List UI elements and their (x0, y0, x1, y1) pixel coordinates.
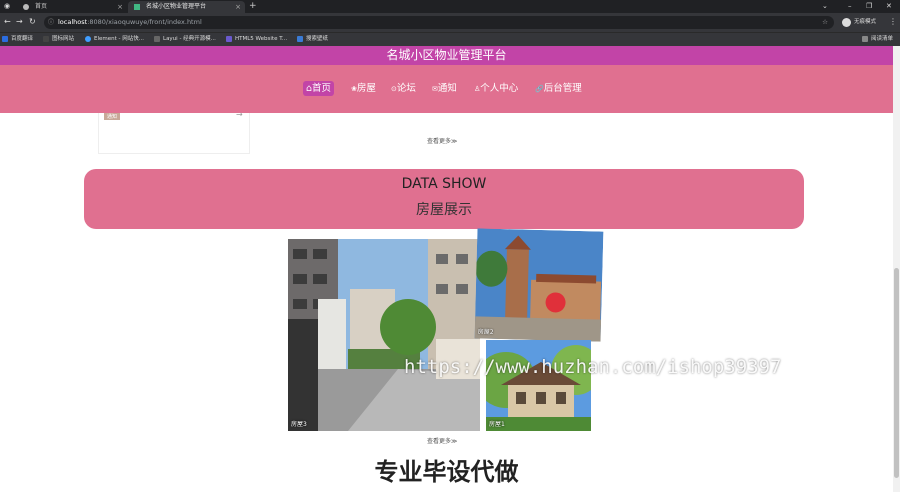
window-close-button[interactable]: ✕ (886, 0, 892, 12)
photo-label: 房屋1 (489, 421, 505, 428)
section-title-en: DATA SHOW (401, 176, 487, 192)
reload-icon[interactable]: ↻ (29, 17, 36, 26)
reading-list-button[interactable]: 阅读清单 (862, 35, 893, 44)
photo-label: 房屋3 (291, 421, 307, 428)
site-nav: ⌂首页 ❀房屋 ⊙论坛 ✉通知 ♙个人中心 🔗后台管理 (0, 65, 893, 113)
section-title-zh: 房屋展示 (416, 202, 472, 218)
avatar (842, 18, 851, 27)
forward-icon[interactable]: → (16, 17, 23, 26)
link-icon: 🔗 (535, 85, 544, 93)
gate-photo (474, 228, 604, 342)
nav-item-notice[interactable]: ✉通知 (429, 81, 460, 96)
bookmark-icon (297, 36, 303, 42)
site-title: 名城小区物业管理平台 (0, 46, 893, 65)
notice-card[interactable] (98, 113, 250, 154)
chevron-down-icon[interactable]: ⌄ (822, 0, 828, 12)
bottom-title: 专业毕设代做 (374, 458, 519, 486)
reading-list-icon (862, 36, 868, 42)
arrow-right-icon[interactable]: → (236, 110, 243, 119)
data-show-banner: DATA SHOW 房屋展示 (84, 169, 804, 229)
nav-item-forum[interactable]: ⊙论坛 (388, 81, 419, 96)
watermark: https://www.huzhan.com/ishop39397 (404, 356, 782, 378)
browser-toolbar: ← → ↻ ⓘ localhost:8080/xiaoquwuye/front/… (0, 13, 900, 32)
house-photo-1[interactable]: 房屋1 (486, 340, 591, 431)
bookmark-icon (85, 36, 91, 42)
nav-item-admin[interactable]: 🔗后台管理 (532, 81, 585, 96)
villa-photo (486, 340, 591, 431)
address-bar[interactable]: ⓘ localhost:8080/xiaoquwuye/front/index.… (44, 16, 834, 29)
bookmark-item[interactable]: 图标网站 (43, 35, 74, 44)
bookmarks-bar: 百度翻译 图标网站 Element - 网站快... Layui - 经典开源模… (0, 32, 900, 46)
photo-label: 房屋2 (477, 328, 494, 336)
bookmark-icon (154, 36, 160, 42)
house-more-link[interactable]: 查看更多≫ (427, 436, 457, 445)
tab-search-icon[interactable]: ◉ (4, 0, 10, 12)
page-viewport: 名城小区物业管理平台 ⌂首页 ❀房屋 ⊙论坛 ✉通知 ♙个人中心 🔗后台管理 通… (0, 46, 893, 492)
nav-item-house[interactable]: ❀房屋 (348, 81, 379, 96)
street-photo (288, 239, 480, 431)
info-icon: ⓘ (48, 19, 55, 26)
menu-icon[interactable]: ⋮ (889, 17, 897, 26)
new-tab-button[interactable]: + (249, 0, 257, 12)
browser-tab-platform[interactable]: 名城小区物业管理平台 × (128, 1, 245, 13)
bookmark-item[interactable]: Layui - 经典开源模... (154, 35, 216, 44)
bookmark-item[interactable]: HTML5 Website T... (226, 35, 287, 44)
page-scrollbar[interactable] (893, 46, 900, 492)
bookmark-item[interactable]: Element - 网站快... (85, 35, 144, 44)
maximize-button[interactable]: ❐ (866, 0, 872, 12)
bookmark-icon (43, 36, 49, 42)
nav-item-user-center[interactable]: ♙个人中心 (471, 81, 521, 96)
bookmark-item[interactable]: 搜索壁纸 (297, 35, 328, 44)
bookmark-icon (226, 36, 232, 42)
house-photo-3[interactable]: 房屋3 (288, 239, 480, 431)
scrollbar-thumb[interactable] (894, 268, 899, 478)
notice-tag: 通知 (104, 113, 121, 120)
bookmark-item[interactable]: 百度翻译 (2, 35, 33, 44)
star-icon[interactable]: ☆ (822, 16, 828, 29)
browser-tab-bar: ◉ 首页 × 名城小区物业管理平台 × + ⌄ – ❐ ✕ (0, 0, 900, 13)
house-photo-2[interactable]: 房屋2 (474, 228, 604, 342)
nav-item-home[interactable]: ⌂首页 (303, 81, 335, 96)
minimize-button[interactable]: – (848, 0, 852, 12)
vue-icon (134, 4, 140, 10)
notice-more-link[interactable]: 查看更多≫ (427, 136, 457, 145)
close-icon[interactable]: × (117, 1, 123, 13)
bookmark-icon (2, 36, 8, 42)
globe-icon (23, 4, 29, 10)
browser-tab-home[interactable]: 首页 × (17, 1, 127, 13)
close-icon[interactable]: × (235, 1, 241, 13)
back-icon[interactable]: ← (4, 17, 11, 26)
profile-button[interactable]: 无痕模式 (842, 17, 876, 28)
